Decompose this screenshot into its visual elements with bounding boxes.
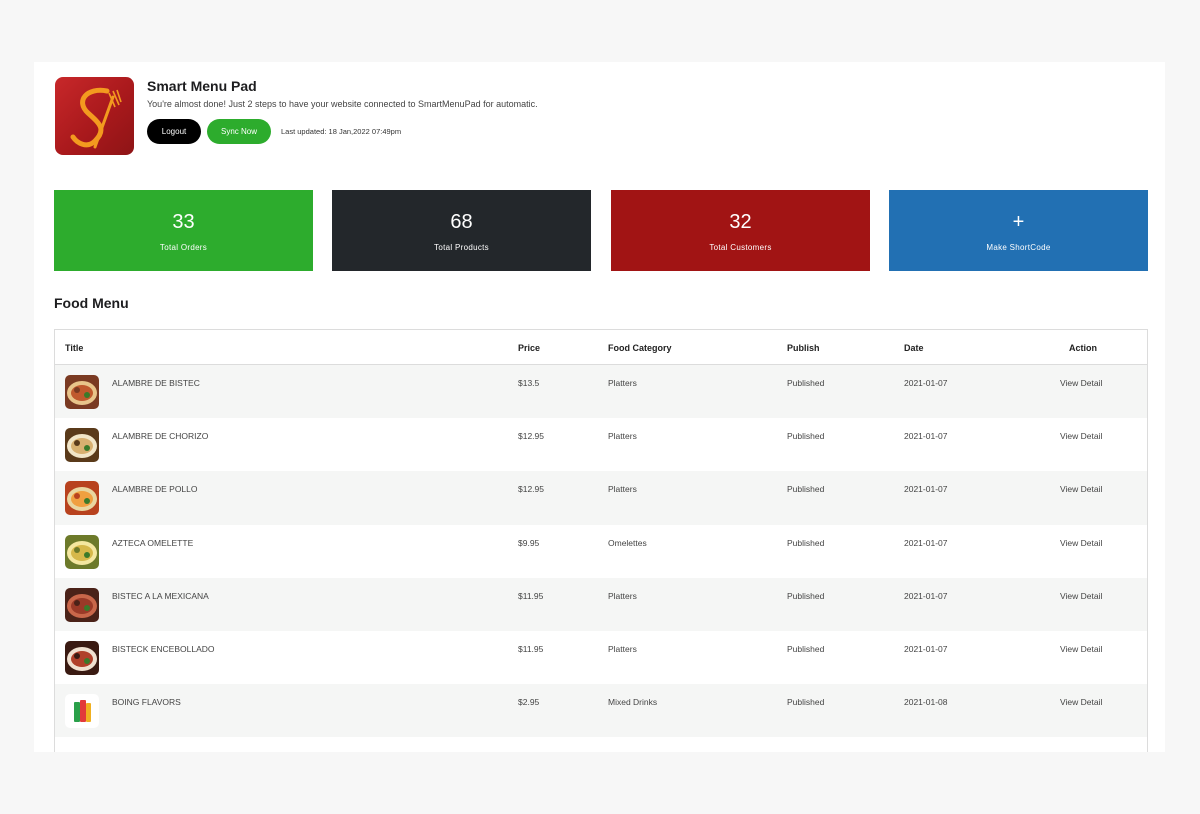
setup-hint: You're almost done! Just 2 steps to have… — [147, 99, 538, 109]
make-shortcode-button[interactable]: + Make ShortCode — [889, 190, 1148, 271]
item-title: ALAMBRE DE CHORIZO — [112, 431, 209, 442]
column-header-price: Price — [518, 343, 541, 353]
table-row: BISTEC A LA MEXICANA $11.95 Platters Publis… — [55, 577, 1147, 631]
item-publish-status: Published — [787, 378, 825, 388]
stat-total-customers: 32 Total Customers — [611, 190, 870, 271]
view-detail-link[interactable]: View Detail — [1060, 484, 1102, 494]
view-detail-link[interactable]: View Detail — [1060, 697, 1102, 707]
item-date: 2021-01-07 — [904, 537, 948, 548]
table-row: ALAMBRE DE CHORIZO $12.95 Platters Publishe… — [55, 418, 1147, 472]
view-detail-link[interactable]: View Detail — [1060, 538, 1102, 548]
item-title: BISTECK ENCEBOLLADO — [112, 643, 215, 654]
item-date: 2021-01-08 — [904, 697, 948, 708]
item-publish-status: Published — [787, 431, 825, 442]
table-row: BOING FLAVORS $2.95 Mixed Drinks Published 2… — [55, 684, 1147, 738]
item-price: $2.95 — [518, 697, 540, 708]
item-title: BISTEC A LA MEXICANA — [112, 590, 209, 601]
stat-value: 68 — [450, 211, 473, 233]
item-category: Mixed Drinks — [608, 697, 658, 708]
plus-icon: + — [1012, 211, 1025, 233]
view-detail-link[interactable]: View Detail — [1060, 644, 1102, 654]
column-header-category: Food Category — [608, 343, 672, 353]
drink-bottles-icon — [65, 694, 99, 729]
logout-button[interactable]: Logout — [147, 119, 201, 144]
sync-now-button[interactable]: Sync Now — [207, 119, 271, 144]
food-photo-icon — [65, 481, 99, 516]
item-category: Platters — [608, 643, 637, 654]
food-photo-icon — [65, 428, 99, 463]
table-row: ALAMBRE DE POLLO $12.95 Platters Published 2… — [55, 471, 1147, 525]
column-header-action: Action — [1069, 343, 1097, 353]
item-price: $11.95 — [518, 643, 544, 654]
stat-value: 33 — [172, 211, 195, 233]
item-publish-status: Published — [787, 537, 825, 548]
table-body: ALAMBRE DE BISTEC $13.5 Platters Published 2… — [55, 365, 1147, 738]
view-detail-link[interactable]: View Detail — [1060, 431, 1102, 441]
food-photo-icon — [65, 640, 99, 675]
table-row: BISTECK ENCEBOLLADO $11.95 Platters Publish… — [55, 630, 1147, 685]
item-price: $12.95 — [518, 431, 544, 442]
logo-s-fork-icon — [70, 87, 122, 149]
stat-total-orders: 33 Total Orders — [54, 190, 313, 271]
view-detail-link[interactable]: View Detail — [1060, 378, 1102, 388]
item-date: 2021-01-07 — [904, 484, 948, 495]
table-row: ALAMBRE DE BISTEC $13.5 Platters Published 2… — [55, 365, 1147, 419]
item-publish-status: Published — [787, 484, 825, 495]
item-title: BOING FLAVORS — [112, 697, 181, 708]
section-title: Food Menu — [54, 295, 129, 311]
column-header-date: Date — [904, 343, 924, 353]
food-photo-icon — [65, 534, 99, 569]
smart-menu-pad-logo — [55, 77, 134, 155]
stat-label: Total Products — [434, 243, 489, 252]
food-menu-table: Title Price Food Category Publish Date A… — [54, 329, 1148, 752]
item-category: Platters — [608, 431, 637, 442]
item-date: 2021-01-07 — [904, 590, 948, 601]
item-price: $13.5 — [518, 378, 540, 388]
food-photo-icon — [65, 375, 99, 409]
stat-label: Make ShortCode — [986, 243, 1051, 252]
stat-total-products: 68 Total Products — [332, 190, 591, 271]
item-publish-status: Published — [787, 590, 825, 601]
app-title: Smart Menu Pad — [147, 78, 257, 94]
column-header-title: Title — [65, 343, 84, 353]
item-price: $12.95 — [518, 484, 544, 495]
item-category: Omelettes — [608, 537, 647, 548]
last-updated-text: Last updated: 18 Jan,2022 07:49pm — [281, 127, 402, 136]
table-row: AZTECA OMELETTE $9.95 Omelettes Published 20… — [55, 524, 1147, 578]
item-category: Platters — [608, 378, 637, 388]
item-price: $9.95 — [518, 537, 540, 548]
item-publish-status: Published — [787, 697, 825, 708]
item-title: AZTECA OMELETTE — [112, 537, 194, 548]
item-title: ALAMBRE DE POLLO — [112, 484, 198, 495]
item-publish-status: Published — [787, 643, 825, 654]
food-photo-icon — [65, 587, 99, 622]
view-detail-link[interactable]: View Detail — [1060, 591, 1102, 601]
dashboard-card: Smart Menu Pad You're almost done! Just … — [34, 62, 1165, 752]
item-date: 2021-01-07 — [904, 643, 948, 654]
item-price: $11.95 — [518, 590, 544, 601]
table-header: Title Price Food Category Publish Date A… — [55, 330, 1147, 365]
item-date: 2021-01-07 — [904, 431, 948, 442]
stat-label: Total Orders — [159, 243, 208, 252]
item-category: Platters — [608, 590, 637, 601]
item-category: Platters — [608, 484, 637, 495]
stat-value: 32 — [729, 211, 752, 233]
item-date: 2021-01-07 — [904, 378, 948, 388]
stat-label: Total Customers — [709, 243, 772, 252]
column-header-publish: Publish — [787, 343, 820, 353]
item-title: ALAMBRE DE BISTEC — [112, 378, 200, 388]
